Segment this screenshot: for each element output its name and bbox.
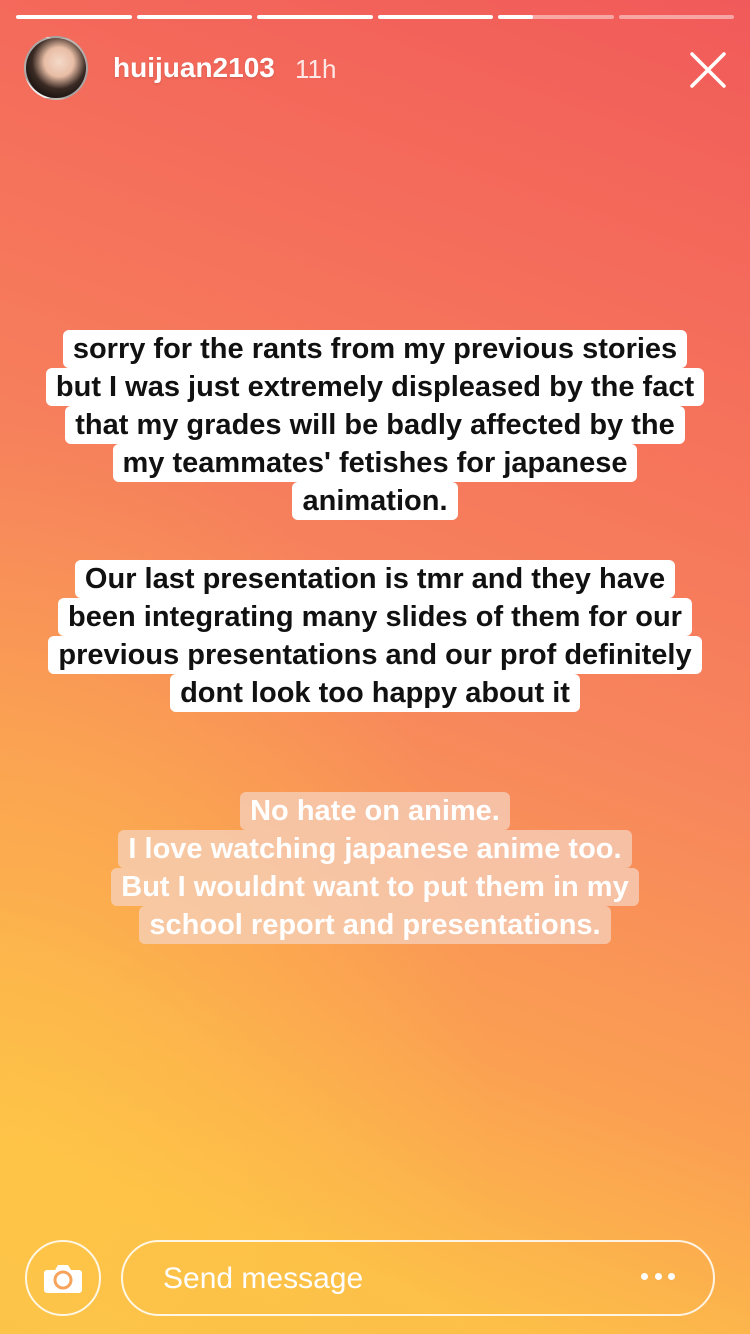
more-options-icon [641,1272,648,1280]
story-text-line: animation. [292,482,458,520]
post-time: 11h [295,54,337,84]
story-progress-bar [16,15,734,19]
more-options-icon [668,1272,675,1280]
progress-fill [257,15,373,19]
story-text-line: been integrating many slides of them for… [58,598,692,636]
username[interactable]: huijuan2103 [113,52,275,84]
progress-fill [16,15,132,19]
progress-segment [498,15,614,19]
send-message-input[interactable]: Send message [121,1240,715,1316]
close-button[interactable] [686,48,730,92]
progress-segment [377,15,493,19]
story-text-line: that my grades will be badly affected by… [65,406,685,444]
progress-segment [136,15,252,19]
story-text-line: I love watching japanese anime too. [118,830,632,868]
more-options-icon [654,1272,662,1280]
avatar[interactable] [24,36,88,100]
story-text-block-1: sorry for the rants from my previous sto… [0,330,750,520]
story-text-line: dont look too happy about it [170,674,580,712]
story-text-line: No hate on anime. [240,792,510,830]
progress-fill [136,15,252,19]
story-text-block-2: Our last presentation is tmr and they ha… [0,560,750,712]
story-text-line: sorry for the rants from my previous sto… [62,330,688,368]
story-text-line: But I wouldnt want to put them in my [111,868,639,906]
camera-icon [44,1265,82,1293]
progress-fill [498,15,533,19]
story-header: huijuan2103 11h [24,36,730,100]
story-text-line: my teammates' fetishes for japanese [112,444,638,482]
story-text-line: but I was just extremely displeased by t… [45,368,705,406]
progress-fill [377,15,493,19]
story-text-line: Our last presentation is tmr and they ha… [74,560,676,598]
progress-segment [16,15,132,19]
progress-segment [257,15,373,19]
more-options-button[interactable] [641,1266,675,1286]
close-icon [690,52,726,88]
story-text-line: school report and presentations. [139,906,611,944]
camera-button[interactable] [25,1240,101,1316]
story-text-block-3: No hate on anime. I love watching japane… [0,792,750,944]
send-message-placeholder: Send message [163,1262,364,1295]
progress-segment [618,15,734,19]
story-text-line: previous presentations and our prof defi… [48,636,702,674]
